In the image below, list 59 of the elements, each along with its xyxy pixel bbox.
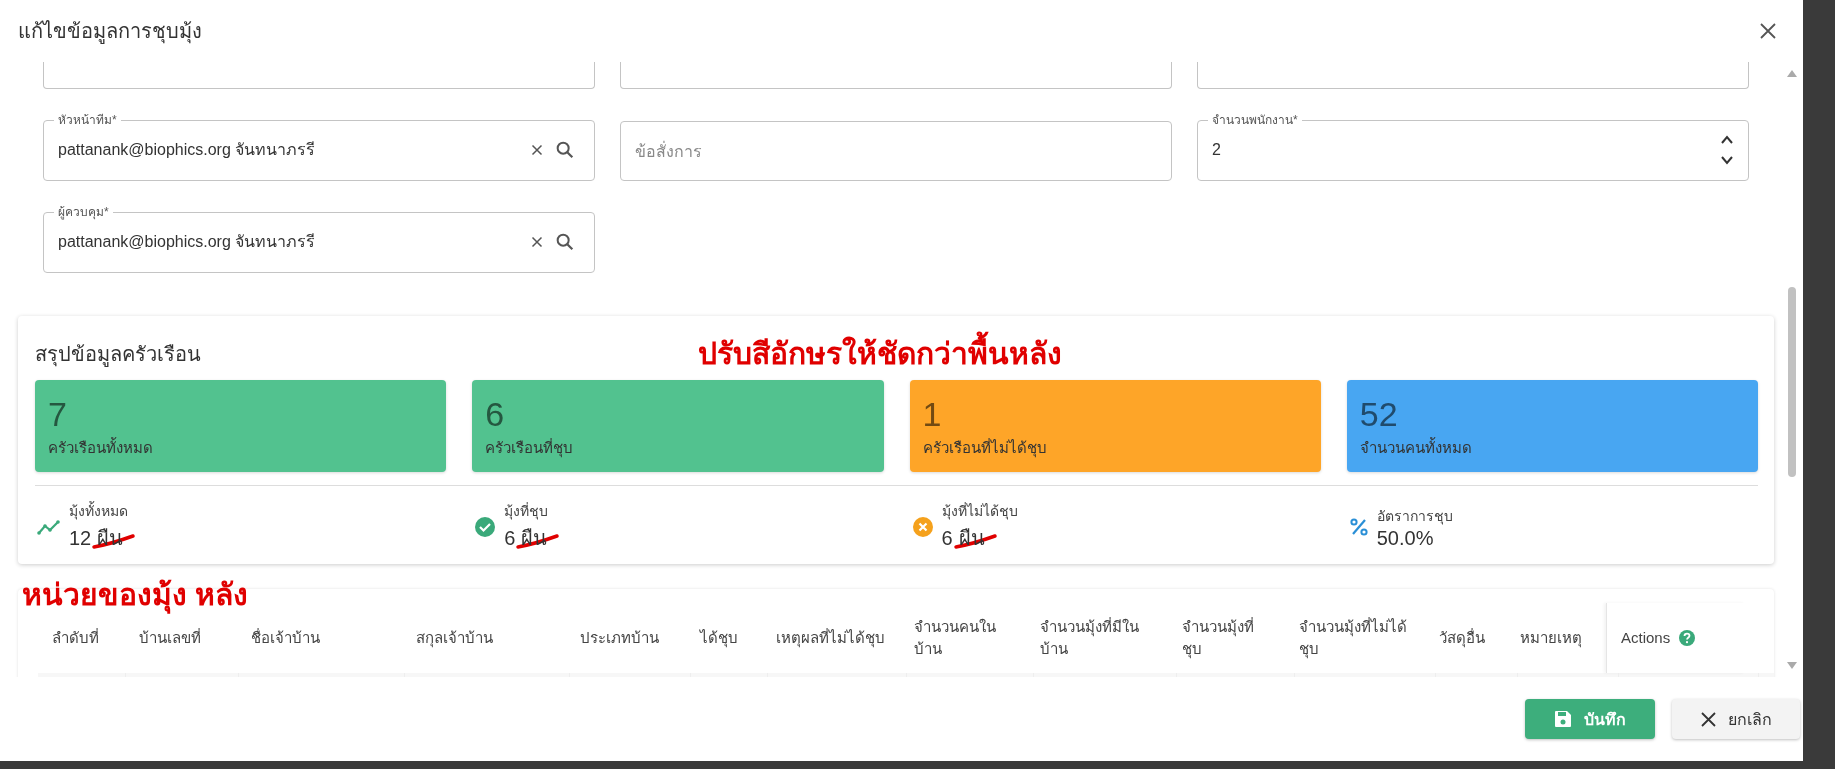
input-field[interactable]: ผู้ควบคุม* pattanank@biophics.org จันทนาภรรี	[43, 204, 595, 273]
column-header: จำนวนมุ้งที่ไม่ได้ชุบ	[1299, 616, 1408, 660]
input-field[interactable]: จำนวนพนักงาน* 2	[1197, 112, 1749, 181]
column-header: บ้านเลขที่	[139, 627, 201, 648]
column-header: จำนวนมุ้งที่มีในบ้าน	[1040, 616, 1140, 659]
input-field[interactable]	[620, 62, 1172, 89]
stat-value: 6	[485, 394, 506, 434]
close-icon	[1759, 22, 1777, 40]
column-header: เหตุผลที่ไม่ได้ชุบ	[776, 627, 885, 649]
help-icon[interactable]	[1678, 629, 1697, 647]
stat-value: 6	[941, 526, 953, 550]
column-header: ลำดับที่	[52, 627, 99, 648]
field-value: pattanank@biophics.org จันทนาภรรี	[58, 140, 317, 160]
column-header: จำนวนมุ้งที่ชุบ	[1182, 616, 1255, 660]
field-value: pattanank@biophics.org จันทนาภรรี	[58, 232, 317, 252]
column-header: ประเภทบ้าน	[580, 628, 659, 648]
field-placeholder: ข้อสั่งการ	[635, 140, 703, 162]
stat-value: 7	[48, 394, 68, 434]
column-header: สกุลเจ้าบ้าน	[416, 628, 493, 649]
field-label: จำนวนพนักงาน*	[1211, 112, 1299, 128]
field-value: 2	[1212, 140, 1222, 159]
column-header: วัสดุอื่น	[1439, 627, 1485, 649]
stat-label: จำนวนคนทั้งหมด	[1359, 436, 1473, 458]
input-field[interactable]: ข้อสั่งการ	[620, 121, 1172, 181]
input-field[interactable]	[1197, 62, 1749, 89]
check-circle-icon	[474, 516, 497, 538]
stat-value: 12	[69, 526, 92, 550]
percent-icon	[1348, 517, 1369, 537]
field-label: หัวหน้าทีม*	[57, 112, 118, 128]
dialog-title: แก้ไขข้อมูลการชุบมุ้ง	[18, 19, 202, 46]
stat-value: 52	[1359, 394, 1399, 434]
cancel-circle-icon	[911, 516, 934, 538]
input-field[interactable]: หัวหน้าทีม* pattanank@biophics.org จันทนาภรรี	[43, 112, 595, 181]
stat-label: ครัวเรือนที่ชุบ	[485, 437, 575, 460]
stat-label: ครัวเรือนที่ไม่ได้ชุบ	[922, 437, 1048, 460]
increment-icon[interactable]	[1720, 134, 1734, 144]
stat-label: มุ้งที่ไม่ได้ชุบ	[941, 501, 1018, 522]
stat-label: ครัวเรือนทั้งหมด	[48, 436, 154, 458]
stat-value: 50.0%	[1376, 526, 1434, 550]
close-icon	[1700, 711, 1716, 727]
field-label: ผู้ควบคุม*	[57, 204, 110, 220]
stat-value: 1	[922, 394, 943, 434]
annotation-text: หน่วยของมุ้ง หลัง	[22, 575, 249, 615]
stat-label: มุ้งที่ชุบ	[504, 501, 549, 522]
annotation-text: ปรับสีอักษรให้ชัดกว่าพื้นหลัง	[698, 330, 1062, 377]
column-header: ชื่อเจ้าบ้าน	[251, 627, 320, 648]
section-title: สรุปข้อมูลครัวเรือน	[35, 342, 201, 369]
column-header: ได้ชุบ	[700, 628, 738, 649]
cancel-button[interactable]: ยกเลิก	[1672, 699, 1800, 739]
column-header: Actions	[1621, 628, 1671, 648]
input-field[interactable]	[43, 62, 595, 89]
trend-line-icon	[37, 517, 61, 537]
stat-value: 6	[504, 526, 516, 550]
stat-label: มุ้งทั้งหมด	[69, 500, 128, 522]
scrollbar-thumb[interactable]	[1788, 287, 1796, 477]
column-header: จำนวนคนในบ้าน	[914, 617, 997, 659]
stat-label: อัตราการชุบ	[1376, 506, 1453, 527]
decrement-icon[interactable]	[1720, 155, 1734, 165]
column-header: หมายเหตุ	[1520, 628, 1582, 649]
